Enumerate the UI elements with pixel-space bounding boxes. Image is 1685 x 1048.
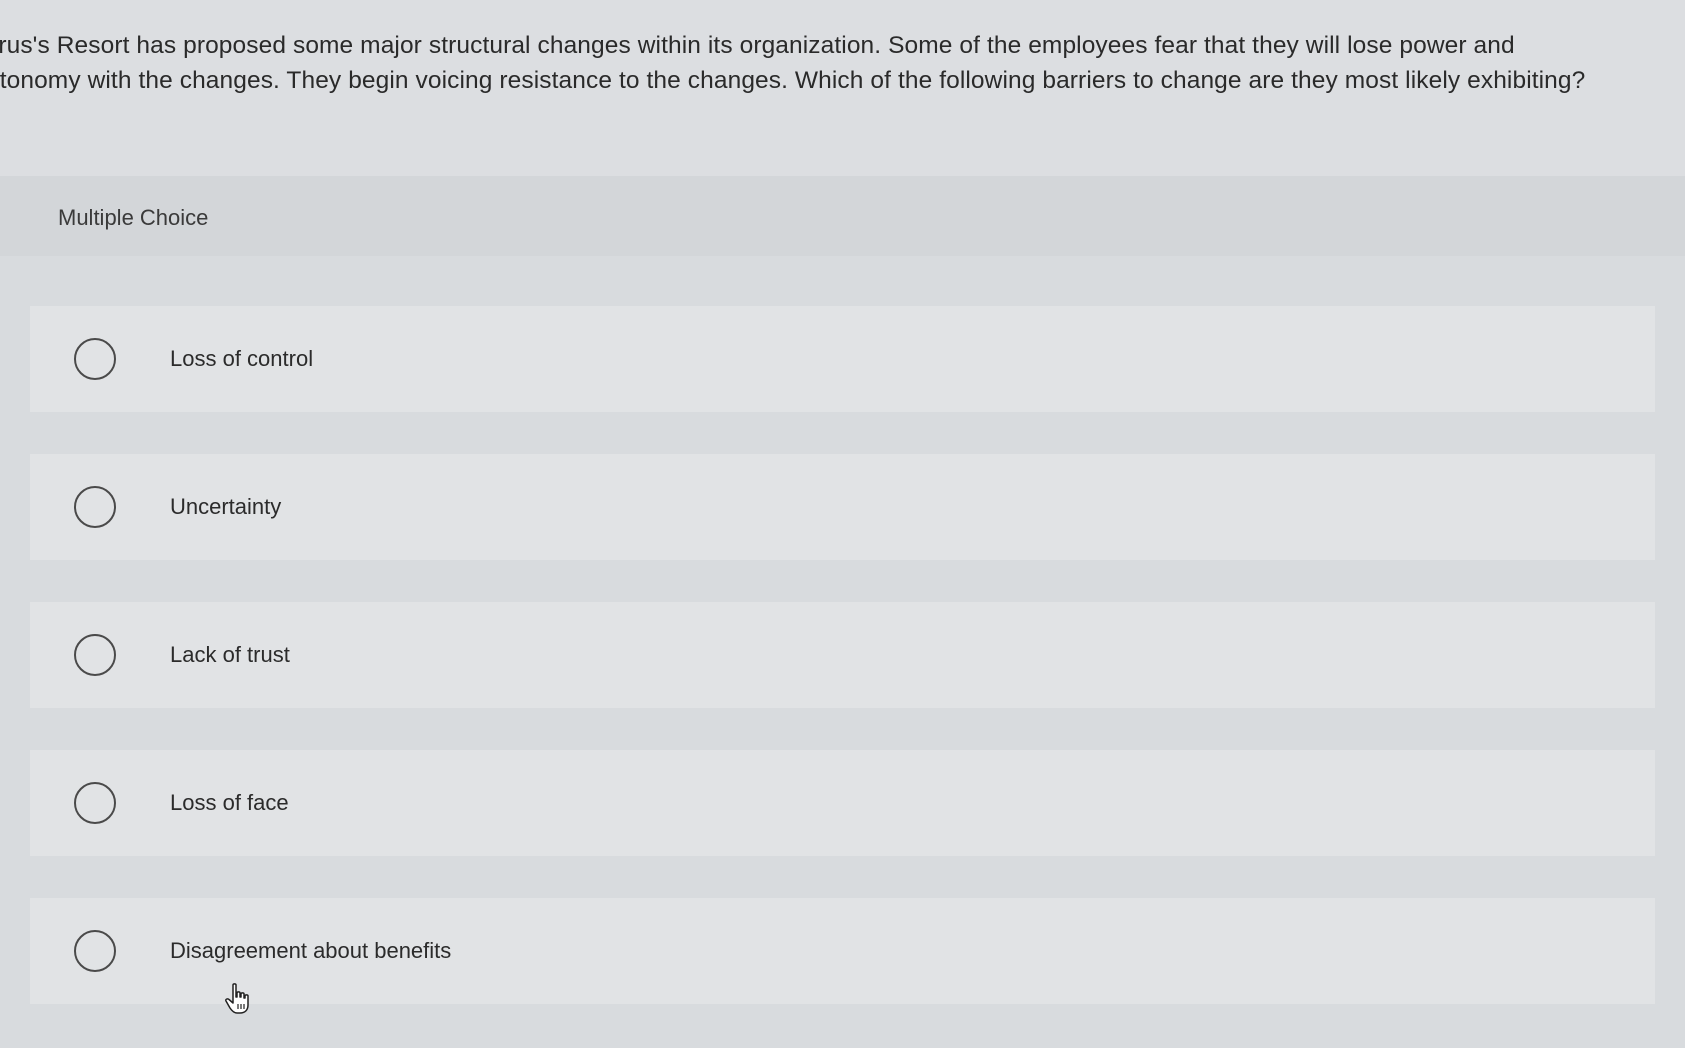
option-label: Lack of trust <box>170 642 290 667</box>
option-label: Uncertainty <box>170 494 282 519</box>
question-line-2: utonomy with the changes. They begin voi… <box>0 67 1586 94</box>
radio-unchecked-icon[interactable] <box>74 486 116 528</box>
option-lack-of-trust[interactable]: Lack of trust <box>30 602 1655 708</box>
option-label: Disagreement about benefits <box>170 938 452 963</box>
option-loss-of-face[interactable]: Loss of face <box>30 750 1655 856</box>
option-label: Loss of face <box>170 790 289 815</box>
option-uncertainty[interactable]: Uncertainty <box>30 454 1655 560</box>
multiple-choice-title: Multiple Choice <box>58 205 209 230</box>
hand-pointer-cursor-icon <box>224 982 254 1016</box>
question-text: yrus's Resort has proposed some major st… <box>0 28 1666 98</box>
multiple-choice-header: Multiple Choice <box>0 176 1685 256</box>
radio-unchecked-icon[interactable] <box>74 930 116 972</box>
radio-unchecked-icon[interactable] <box>74 338 116 380</box>
multiple-choice-panel: Multiple Choice Loss of control Uncertai… <box>0 176 1685 1048</box>
option-label: Loss of control <box>170 346 314 371</box>
option-loss-of-control[interactable]: Loss of control <box>30 306 1655 412</box>
option-disagreement-about-benefits[interactable]: Disagreement about benefits <box>30 898 1655 1004</box>
radio-unchecked-icon[interactable] <box>74 634 116 676</box>
question-line-1: yrus's Resort has proposed some major st… <box>0 32 1515 59</box>
radio-unchecked-icon[interactable] <box>74 782 116 824</box>
